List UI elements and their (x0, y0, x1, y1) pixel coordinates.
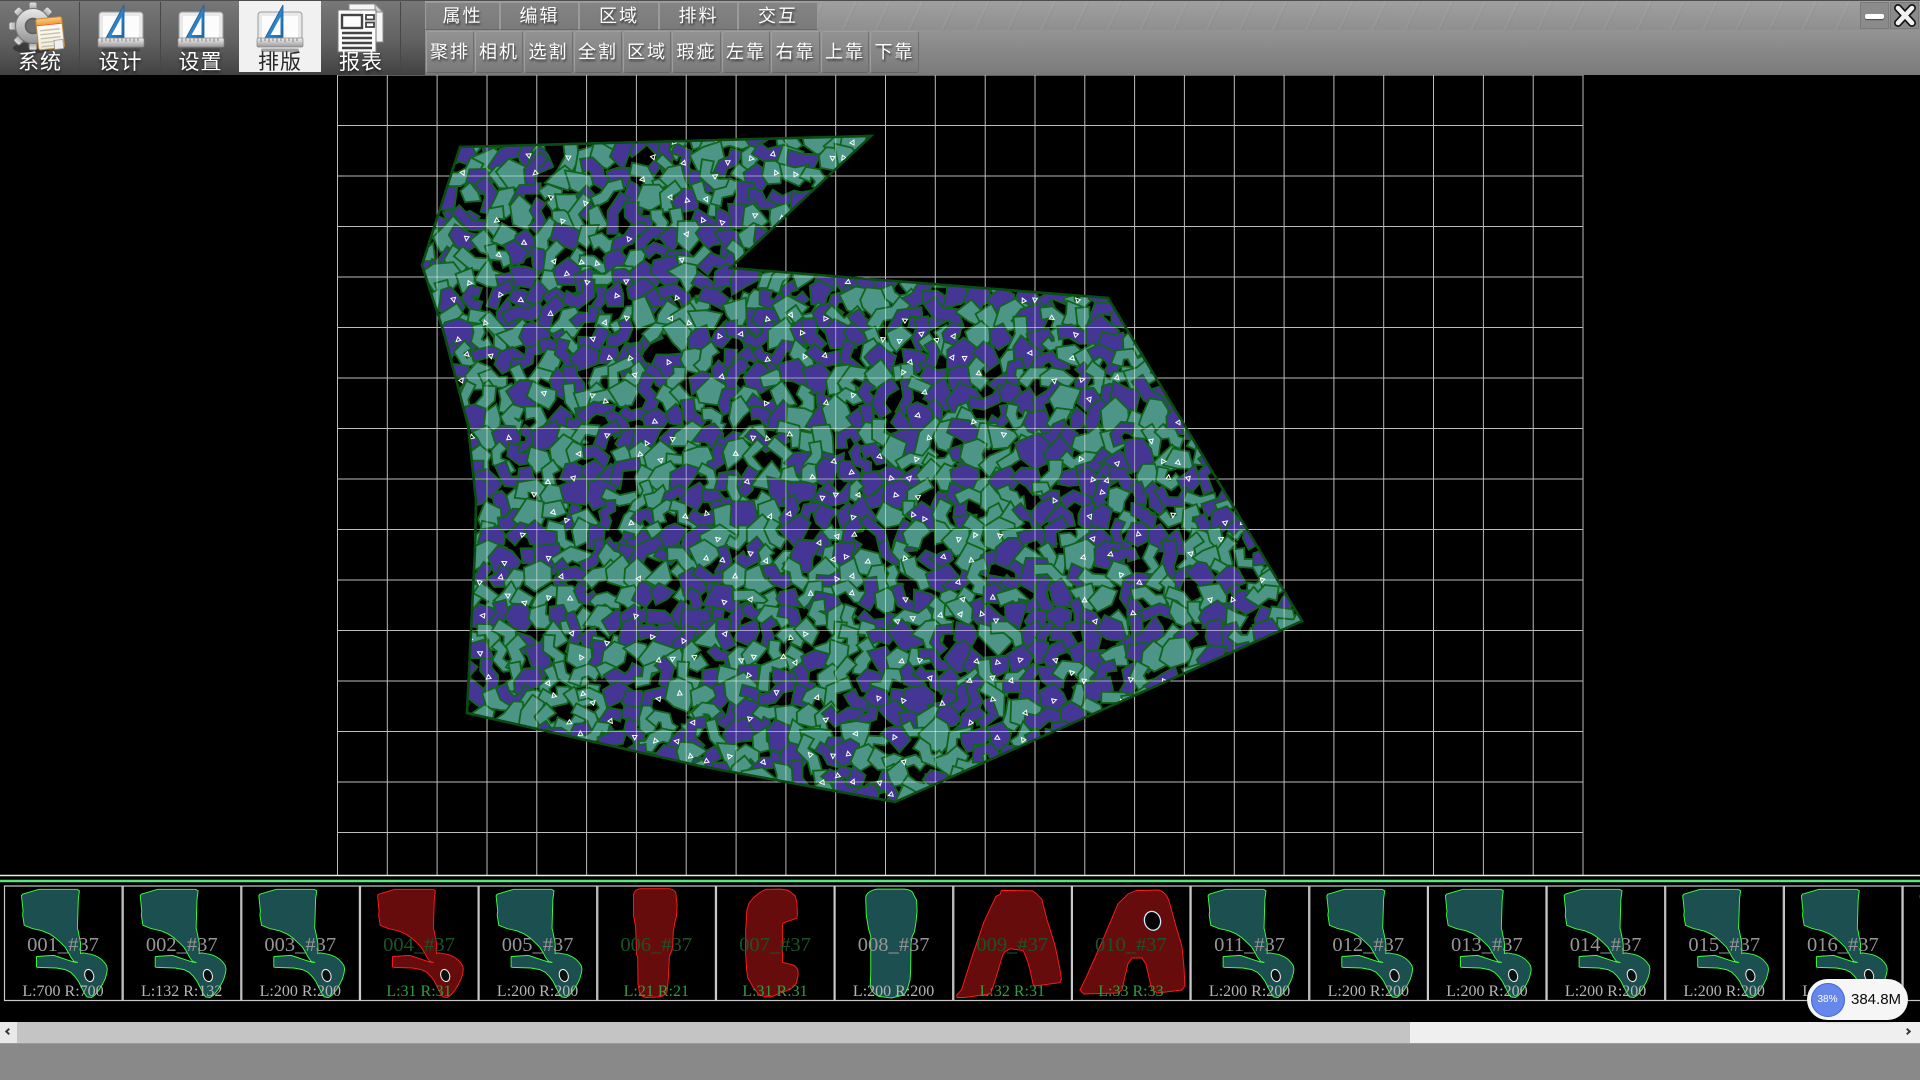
svg-text:L:200 R:200: L:200 R:200 (1684, 983, 1765, 1000)
svg-text:015_#37: 015_#37 (1688, 934, 1760, 956)
svg-text:008_#37: 008_#37 (858, 934, 930, 956)
svg-text:012_#37: 012_#37 (1332, 934, 1404, 956)
svg-text:L:32 R:31: L:32 R:31 (980, 983, 1045, 1000)
svg-text:L:31 R:31: L:31 R:31 (742, 983, 807, 1000)
svg-text:L:200 R:200: L:200 R:200 (1565, 983, 1646, 1000)
svg-text:002_#37: 002_#37 (146, 934, 218, 956)
svg-text:L:31 R:31: L:31 R:31 (386, 983, 451, 1000)
svg-text:L:200 R:200: L:200 R:200 (260, 983, 341, 1000)
svg-text:016_#37: 016_#37 (1807, 934, 1879, 956)
svg-text:L:33 R:33: L:33 R:33 (1098, 983, 1163, 1000)
svg-text:014_#37: 014_#37 (1570, 934, 1642, 956)
svg-text:011_#37: 011_#37 (1214, 934, 1285, 956)
svg-text:004_#37: 004_#37 (383, 934, 455, 956)
svg-text:L:200 R:200: L:200 R:200 (1209, 983, 1290, 1000)
svg-text:013_#37: 013_#37 (1451, 934, 1523, 956)
svg-text:L:132 R:132: L:132 R:132 (141, 983, 222, 1000)
svg-text:L:21 R:21: L:21 R:21 (624, 983, 689, 1000)
svg-text:L:700 R:700: L:700 R:700 (22, 983, 103, 1000)
svg-text:L:200 R:200: L:200 R:200 (497, 983, 578, 1000)
svg-text:007_#37: 007_#37 (739, 934, 811, 956)
svg-text:001_#37: 001_#37 (27, 934, 99, 956)
svg-text:003_#37: 003_#37 (264, 934, 336, 956)
svg-text:009_#37: 009_#37 (976, 934, 1048, 956)
svg-text:005_#37: 005_#37 (502, 934, 574, 956)
svg-text:L:200 R:200: L:200 R:200 (1328, 983, 1409, 1000)
svg-text:L:200 R:200: L:200 R:200 (1446, 983, 1527, 1000)
svg-text:006_#37: 006_#37 (620, 934, 692, 956)
svg-text:010_#37: 010_#37 (1095, 934, 1167, 956)
svg-text:L:200 R:200: L:200 R:200 (853, 983, 934, 1000)
